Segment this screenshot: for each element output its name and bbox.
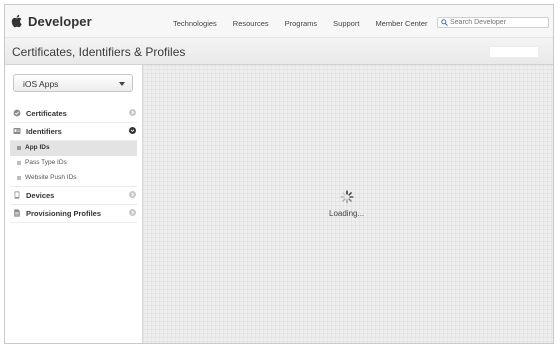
chevron-right-icon [129, 109, 136, 116]
sidebar-item-label: Provisioning Profiles [26, 209, 102, 218]
sidebar-item-label: Identifiers [26, 127, 62, 136]
bullet-icon [17, 161, 21, 165]
sidebar-item-label: Devices [26, 191, 55, 200]
main-content: Loading... [143, 65, 553, 343]
sidebar-item-devices[interactable]: Devices [10, 187, 137, 205]
nav-link-member-center[interactable]: Member Center [375, 19, 427, 28]
platform-select-value: iOS Apps [23, 79, 59, 89]
document-icon [14, 209, 20, 217]
sidebar-item-identifiers[interactable]: Identifiers [10, 123, 137, 141]
sidebar-item-certificates[interactable]: Certificates [10, 105, 137, 123]
sidebar-subitem-label: Pass Type IDs [25, 159, 67, 166]
nav-link-resources[interactable]: Resources [233, 19, 269, 28]
search-icon [441, 19, 448, 26]
certificate-icon [13, 109, 21, 117]
nav-link-support[interactable]: Support [333, 19, 359, 28]
platform-select[interactable]: iOS Apps [13, 74, 133, 92]
sidebar-nav: Certificates Identifiers App IDs Pass Ty… [10, 105, 137, 223]
page-frame: Developer Technologies Resources Program… [4, 4, 554, 344]
page-title: Certificates, Identifiers & Profiles [12, 45, 186, 59]
chevron-right-icon [129, 209, 136, 216]
main-nav: Technologies Resources Programs Support … [173, 19, 444, 28]
brand[interactable]: Developer [11, 13, 92, 29]
search-box[interactable] [437, 17, 549, 28]
search-input[interactable] [450, 18, 545, 27]
bullet-icon [17, 146, 21, 150]
sidebar-subitem-label: Website Push IDs [25, 174, 77, 181]
nav-link-programs[interactable]: Programs [285, 19, 318, 28]
chevron-down-icon [129, 127, 136, 134]
spinner-icon [340, 190, 354, 204]
bullet-icon [17, 176, 21, 180]
device-icon [14, 191, 20, 199]
loading-text: Loading... [329, 209, 365, 218]
chevron-right-icon [129, 191, 136, 198]
apple-logo-icon [11, 14, 22, 28]
sidebar-item-provisioning-profiles[interactable]: Provisioning Profiles [10, 205, 137, 223]
sidebar-subitem-pass-type-ids[interactable]: Pass Type IDs [10, 156, 137, 171]
sidebar-item-label: Certificates [26, 109, 67, 118]
brand-title: Developer [28, 13, 92, 29]
nav-link-technologies[interactable]: Technologies [173, 19, 217, 28]
top-navigation: Developer Technologies Resources Program… [5, 5, 553, 38]
title-bar: Certificates, Identifiers & Profiles [5, 38, 553, 65]
sidebar-subitem-app-ids[interactable]: App IDs [10, 141, 137, 156]
sidebar-subitem-label: App IDs [25, 144, 50, 151]
title-bar-button[interactable] [489, 46, 539, 58]
id-card-icon [13, 128, 21, 134]
chevron-down-icon [119, 82, 125, 86]
sidebar-subitem-website-push-ids[interactable]: Website Push IDs [10, 171, 137, 187]
sidebar: iOS Apps Certificates Identifiers App ID… [5, 65, 143, 343]
